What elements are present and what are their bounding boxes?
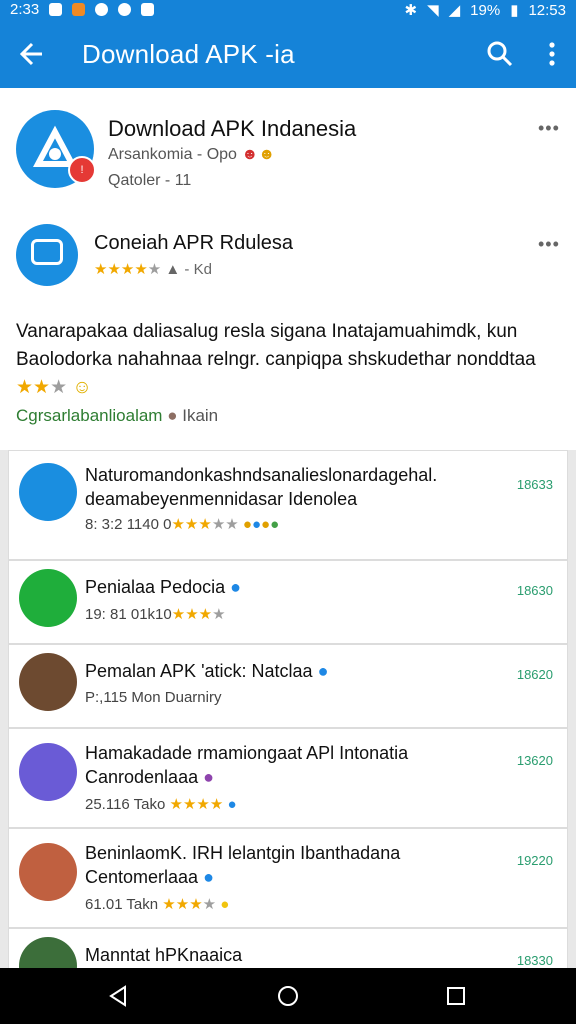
developer-avatar-icon: ● [167,406,178,425]
list-item-count: 13620 [516,753,553,768]
avatar [19,843,77,901]
system-nav-bar [0,968,576,1024]
badge-icon: ● [203,767,214,787]
battery-icon: ▮ [510,2,519,19]
app-screen-icon [16,224,78,286]
overflow-menu-icon[interactable] [542,40,562,68]
back-arrow-icon[interactable] [14,36,50,72]
list-item-title: Hamakadade rmamiongaat APl Intonatia Can… [85,743,409,787]
list-item-count: 18633 [516,477,553,492]
recents-nav-icon[interactable] [444,984,468,1008]
bluetooth-icon: ✱ [404,2,418,19]
leaf-icon [19,569,77,627]
notification-badge: ! [68,156,96,184]
app-logo-icon [19,743,77,801]
list-item[interactable]: Naturomandonkashndsanalieslonardagehal. … [8,450,568,560]
list-item-count: 18630 [516,583,553,598]
wifi-icon: ◥ [427,2,439,19]
emoji-icon: ☻ [258,146,276,163]
status-time-right: 12:53 [528,1,566,19]
list-item-meta: 25.116 Tako ★★★★ ● [85,796,237,813]
app-detail-card: Coneiah APR Rdulesa ★★★★★ ▲ - Kd ••• Van… [0,210,576,450]
notification-icon [49,3,63,16]
verified-icon: ● [203,867,214,887]
featured-subtitle-text: Arsankomia - Opo [108,146,237,163]
app-description: Vanarapakaa daliasalug resla sigana Inat… [16,318,556,402]
list-item[interactable]: Manntat hPKnaaica 18330 [8,928,568,970]
list-item-meta: 8: 3:2 1140 0★★★★★ ●●●● [85,516,280,533]
list-item-count: 18620 [516,667,553,682]
list-item-count: 19220 [516,853,553,868]
rating-stars: ★★★★★ [94,261,162,278]
list-item-title-row: Pemalan APK 'atick: Natclaa ● [85,659,485,683]
list-item-meta: 19: 81 01k10★★★★ [85,606,226,623]
list-item-title: Pemalan APK 'atick: Natclaa [85,661,313,681]
featured-meta: Qatoler - 11 [108,172,192,189]
search-icon[interactable] [486,40,514,68]
description-text: Vanarapakaa daliasalug resla sigana Inat… [16,321,536,370]
list-item-count: 18330 [516,953,553,968]
app-list: Naturomandonkashndsanalieslonardagehal. … [8,450,568,970]
smile-emoji-icon: ☺ [72,377,92,398]
list-item-meta: P:,115 Mon Duarniry [85,689,222,706]
battery-percent: 19% [470,1,501,19]
more-options-icon[interactable]: ••• [538,234,559,254]
sync-icon [95,3,109,16]
image-icon [141,3,155,16]
developer-name: Cgrsarlabanlioalam [16,406,163,425]
featured-app-card[interactable]: ! Download APK Indanesia Arsankomia - Op… [0,88,576,211]
app-bar: Download APK -ia [0,20,576,88]
list-item[interactable]: Hamakadade rmamiongaat APl Intonatia Can… [8,728,568,828]
page-title: Download APK -ia [82,39,295,69]
status-bar: 2:33 ✱ ◥ ◢ 19% ▮ 12:53 [0,0,576,20]
description-stars: ★★★ [16,377,68,398]
list-item-title: Penialaa Pedocia [85,577,226,597]
avatar [19,653,77,711]
app-rating: ★★★★★ ▲ - Kd [94,260,212,278]
list-item-title: BeninlaomK. IRH lelantgin Ibanthadana Ce… [85,843,401,887]
developer-line[interactable]: Cgrsarlabanlioalam ● Ikain [16,406,218,426]
more-options-icon[interactable]: ••• [538,118,559,138]
messenger-icon [118,3,132,16]
list-item-title: Naturomandonkashndsanalieslonardagehal. … [85,465,438,509]
status-time-left: 2:33 [10,1,40,18]
chat-icon [19,463,77,521]
verified-icon: ● [317,661,329,681]
list-item-title-row: Penialaa Pedocia ● [85,575,485,599]
signal-icon: ◢ [448,2,461,19]
list-item[interactable]: Pemalan APK 'atick: Natclaa ● P:,115 Mon… [8,644,568,728]
list-item-meta: 61.01 Takn ★★★★ ● [85,896,230,913]
list-item[interactable]: Penialaa Pedocia ● 19: 81 01k10★★★★ 1863… [8,560,568,644]
app-logo-icon: ! [16,110,96,188]
rating-text: Kd [193,261,212,278]
avatar [19,937,77,970]
emoji-icon: ☻ [241,146,259,163]
featured-title: Download APK Indanesia [108,116,357,141]
home-nav-icon[interactable] [276,984,300,1008]
list-item[interactable]: BeninlaomK. IRH lelantgin Ibanthadana Ce… [8,828,568,928]
app-detail-title: Coneiah APR Rdulesa [94,232,294,254]
list-item-title-row: BeninlaomK. IRH lelantgin Ibanthadana Ce… [85,841,485,889]
app-notification-icon [72,3,86,16]
list-item-title: Manntat hPKnaaica [85,945,243,965]
developer-extra: Ikain [182,406,219,425]
list-item-title-row: Hamakadade rmamiongaat APl Intonatia Can… [85,741,485,789]
back-nav-icon[interactable] [106,984,130,1008]
thumbs-up-icon: ▲ - [165,261,194,278]
verified-icon: ● [230,577,241,597]
featured-subtitle: Arsankomia - Opo ☻☻ [108,146,275,164]
